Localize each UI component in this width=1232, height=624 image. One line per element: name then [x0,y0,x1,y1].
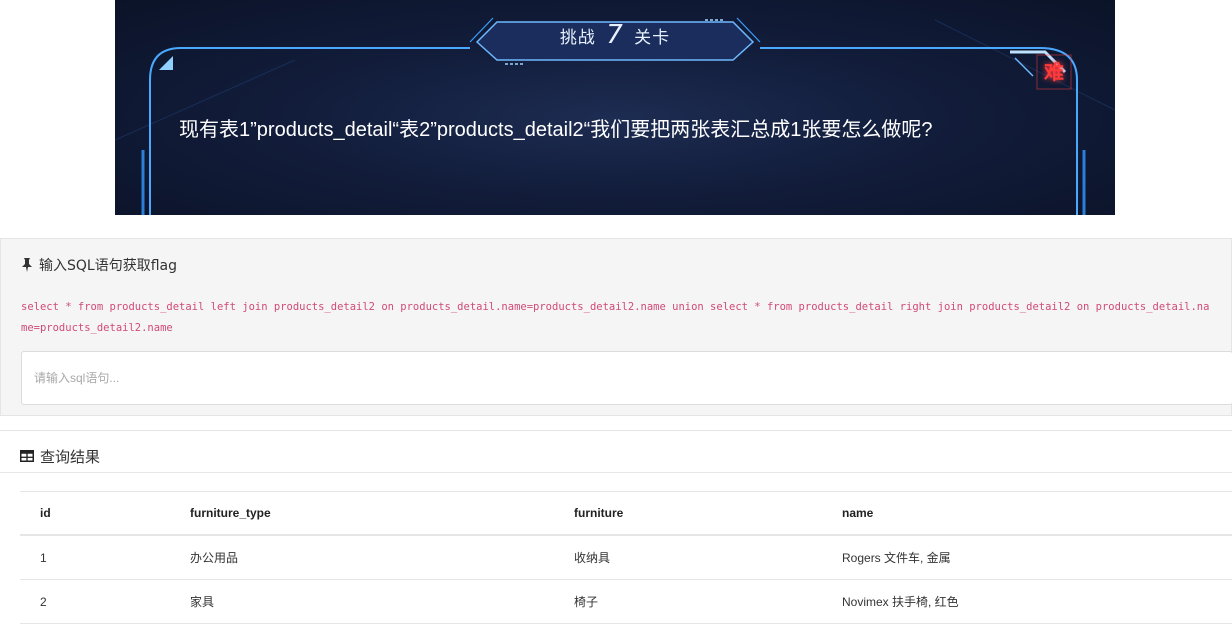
table-icon [20,450,34,462]
cell-furniture-type: 办公用品 [170,535,554,580]
table-row: 1 办公用品 收纳具 Rogers 文件车, 金属 [20,535,1232,580]
column-header-name: name [822,491,1232,536]
sql-hint-code: select * from products_detail left join … [21,301,1210,334]
sql-panel-heading: 输入SQL语句获取flag [21,255,177,275]
level-title-suffix: 关卡 [634,28,671,48]
cell-furniture: 收纳具 [554,535,822,580]
column-header-furniture-type: furniture_type [170,491,554,536]
results-heading: 查询结果 [20,441,100,471]
table-row: 2 家具 椅子 Novimex 扶手椅, 红色 [20,579,1232,624]
cell-furniture: 椅子 [554,579,822,624]
column-header-furniture: furniture [554,491,822,536]
table-header-row: id furniture_type furniture name [20,491,1232,536]
results-title: 查询结果 [40,447,101,466]
results-divider [0,472,1232,473]
challenge-question: 现有表1”products_detail“表2”products_detail2… [179,119,933,141]
cell-name: Novimex 扶手椅, 红色 [822,579,1232,624]
cell-id: 2 [20,579,170,624]
pushpin-icon [22,258,32,272]
results-panel: 查询结果 id furniture_type furniture name 1 … [0,430,1232,624]
cell-name: Rogers 文件车, 金属 [822,535,1232,580]
challenge-banner: 挑战 7 关卡 难 现有表1”products_detail“表2”produc… [115,0,1115,215]
column-header-id: id [20,491,170,536]
results-table: id furniture_type furniture name 1 办公用品 … [20,491,1232,624]
cell-furniture-type: 家具 [170,579,554,624]
sql-panel-title: 输入SQL语句获取flag [39,258,177,274]
sql-input[interactable] [21,351,1232,405]
cell-id: 1 [20,535,170,580]
level-title: 挑战 7 关卡 [115,20,1115,50]
difficulty-badge: 难 [1044,60,1064,84]
level-title-prefix: 挑战 [559,28,596,48]
sql-panel: 输入SQL语句获取flag select * from products_det… [0,238,1232,416]
level-number: 7 [606,20,624,50]
